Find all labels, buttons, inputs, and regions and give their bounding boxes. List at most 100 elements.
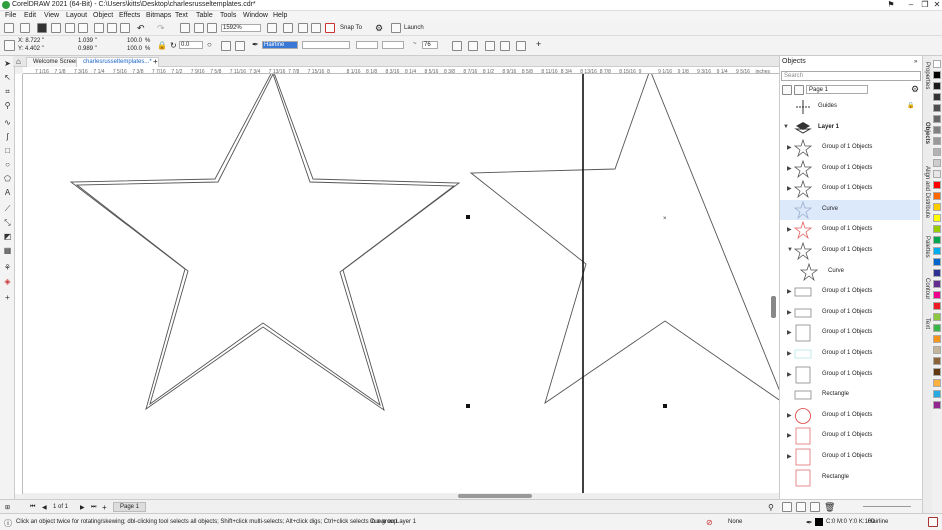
expand-arrow-icon[interactable]: ▶ [787, 412, 792, 419]
first-page-button[interactable]: ⏮ [30, 504, 35, 511]
grid-icon[interactable] [298, 23, 308, 33]
add-page-button[interactable]: + [102, 503, 107, 512]
paste-icon[interactable] [120, 23, 130, 33]
color-swatch[interactable] [933, 192, 941, 200]
upload-icon[interactable] [65, 23, 75, 33]
cloud-icon[interactable] [51, 23, 61, 33]
color-swatch[interactable] [933, 126, 941, 134]
mirror-horizontal-icon[interactable] [221, 41, 231, 51]
parallel-dimension-icon[interactable]: ⟋ [3, 204, 12, 213]
scale-y-field[interactable]: 100.0 [127, 46, 142, 52]
layer-row[interactable]: ▼ Layer 1 [780, 118, 920, 138]
snap-off-icon[interactable] [325, 23, 335, 33]
expand-arrow-icon[interactable]: ▶ [787, 309, 792, 316]
object-row[interactable]: ▶ Group of 1 Objects [780, 323, 920, 343]
object-row[interactable]: Curve [780, 262, 920, 282]
color-swatch[interactable] [933, 225, 941, 233]
color-swatch[interactable] [933, 269, 941, 277]
color-swatch[interactable] [933, 324, 941, 332]
interactive-fill-icon[interactable]: ◈ [3, 277, 12, 286]
next-page-button[interactable]: ▶ [80, 504, 85, 511]
color-swatch[interactable] [933, 368, 941, 376]
eyedropper-icon[interactable]: ⚘ [3, 263, 12, 272]
color-swatch[interactable] [933, 115, 941, 123]
home-icon[interactable]: ⌂ [16, 57, 21, 66]
color-swatch[interactable] [933, 181, 941, 189]
object-row[interactable]: ▶ Group of 1 Objects [780, 303, 920, 323]
text-tool-icon[interactable]: A [3, 188, 12, 197]
expand-arrow-icon[interactable]: ▶ [787, 432, 792, 439]
reverse-direction-icon[interactable] [452, 41, 462, 51]
dock-tab-contour[interactable]: Contour [924, 278, 930, 299]
color-swatch[interactable] [933, 236, 941, 244]
expand-arrow-icon[interactable]: ▶ [787, 226, 792, 233]
rulers-icon[interactable] [283, 23, 293, 33]
new-master-layer-icon[interactable] [796, 502, 806, 512]
cut-icon[interactable] [94, 23, 104, 33]
vertical-scrollbar-thumb[interactable] [771, 296, 776, 318]
color-swatch[interactable] [933, 258, 941, 266]
close-curve-icon[interactable] [468, 41, 478, 51]
horizontal-scrollbar-thumb[interactable] [458, 494, 532, 498]
last-page-button[interactable]: ⏭ [91, 504, 96, 511]
object-row[interactable]: ▶ Group of 1 Objects [780, 406, 920, 426]
color-swatch[interactable] [933, 335, 941, 343]
lock-icon[interactable]: 🔒 [907, 102, 914, 109]
snap-to-dropdown[interactable]: Snap To [340, 25, 362, 31]
star-left-inner[interactable] [75, 74, 456, 407]
new-tab-icon[interactable]: + [153, 57, 158, 66]
menu-file[interactable]: File [5, 12, 16, 19]
extract-subpath-icon[interactable] [500, 41, 510, 51]
menu-tools[interactable]: Tools [220, 12, 236, 19]
object-row[interactable]: ▶ Group of 1 Objects [780, 344, 920, 364]
new-layer-icon[interactable] [782, 502, 792, 512]
object-row[interactable]: ▶ Group of 1 Objects [780, 282, 920, 302]
tab-document[interactable]: charlesrusseltemplates...* [76, 57, 159, 67]
color-proof-icon[interactable] [928, 517, 938, 527]
mirror-vertical-icon[interactable] [235, 41, 245, 51]
open-icon[interactable] [20, 23, 30, 33]
color-swatch[interactable] [933, 313, 941, 321]
wrap-text-icon[interactable] [485, 41, 495, 51]
artistic-media-icon[interactable]: ʃ [3, 132, 12, 141]
color-swatch[interactable] [933, 203, 941, 211]
start-arrowhead-dropdown[interactable] [356, 41, 378, 49]
menu-layout[interactable]: Layout [66, 12, 87, 19]
panel-settings-gear-icon[interactable]: ⚙ [911, 84, 919, 95]
star-left-outer[interactable] [69, 74, 461, 412]
freehand-tool-icon[interactable]: ∿ [3, 118, 12, 127]
scale-x-field[interactable]: 100.0 [127, 38, 142, 44]
dock-tab-palettes[interactable]: Palettes [924, 236, 930, 258]
object-row[interactable]: ▶ Group of 1 Objects [780, 220, 920, 240]
height-field[interactable]: 0.989 " [78, 46, 97, 52]
thumbnail-size-slider[interactable] [863, 506, 911, 507]
connector-tool-icon[interactable]: ⤡ [3, 218, 12, 227]
color-swatch[interactable] [933, 93, 941, 101]
panel-collapse-icon[interactable]: » [914, 59, 917, 65]
add-tool-icon[interactable]: + [3, 293, 12, 302]
color-swatch[interactable] [933, 390, 941, 398]
color-swatch[interactable] [933, 104, 941, 112]
object-row[interactable]: Rectangle [780, 468, 920, 488]
color-swatch[interactable] [933, 60, 941, 68]
launch-icon[interactable] [391, 23, 401, 33]
menu-table[interactable]: Table [196, 12, 213, 19]
color-swatch[interactable] [933, 148, 941, 156]
prev-page-button[interactable]: ◀ [42, 504, 47, 511]
print-icon[interactable] [78, 23, 88, 33]
export-icon[interactable] [194, 23, 204, 33]
guides-row[interactable]: Guides 🔒 [780, 97, 920, 117]
selection-handle-bl[interactable] [466, 404, 470, 408]
polygon-tool-icon[interactable]: ⬠ [3, 174, 12, 183]
expand-arrow-icon[interactable]: ▶ [787, 329, 792, 336]
zoom-level-field[interactable]: 1592% [221, 24, 261, 32]
object-row[interactable]: ▶ Group of 1 Objects [780, 426, 920, 446]
expand-arrow-icon[interactable]: ▶ [787, 288, 792, 295]
menu-effects[interactable]: Effects [119, 12, 140, 19]
copy-icon[interactable] [107, 23, 117, 33]
zoom-navigator-icon[interactable]: ⚲ [768, 503, 774, 512]
page-options-icon[interactable]: ⊞ [5, 504, 10, 511]
lock-ratio-icon[interactable]: 🔒 [157, 41, 167, 50]
new-document-icon[interactable] [4, 23, 14, 33]
undo-icon[interactable]: ↶ [137, 23, 145, 34]
